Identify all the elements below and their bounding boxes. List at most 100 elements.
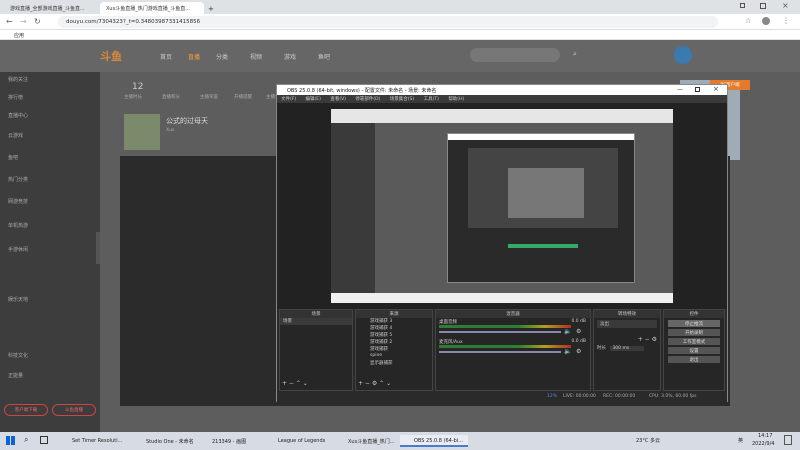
sidebar-item-center[interactable]: 直播中心 bbox=[8, 112, 28, 119]
obs-menu-view[interactable]: 查看(V) bbox=[330, 97, 346, 102]
mixer-channel-desktop: 桌面音频 0.0 dB 🔈 ⚙ bbox=[436, 318, 590, 338]
clock-time[interactable]: 14:17 bbox=[758, 433, 772, 439]
scene-add-icon[interactable]: + − ⌃ ⌄ bbox=[282, 380, 308, 387]
windows-taskbar: ⌕ Set Timer Resoluti... Studio One - 未命名… bbox=[0, 432, 800, 450]
forward-icon[interactable]: → bbox=[20, 17, 27, 26]
ime-indicator[interactable]: 英 bbox=[738, 437, 743, 444]
taskbar-item-browser[interactable]: Xus斗鱼直播_热门... bbox=[334, 435, 398, 447]
weather-text[interactable]: 23°C 多云 bbox=[636, 437, 660, 444]
transition-add-icon[interactable]: + − ⚙ bbox=[597, 336, 657, 343]
search-icon[interactable]: ⌕ bbox=[24, 435, 28, 445]
sidebar-item-positive[interactable]: 正能量 bbox=[8, 372, 23, 379]
taskbar-item-paint[interactable]: 213349 - 画图 bbox=[198, 435, 262, 447]
sidebar-item-single[interactable]: 单机热游 bbox=[8, 222, 28, 229]
user-avatar[interactable] bbox=[674, 46, 692, 64]
browser-tab-2[interactable]: Xus斗鱼直播_热门游戏直播_斗鱼直... bbox=[100, 2, 204, 14]
obs-menu-edit[interactable]: 编辑(E) bbox=[306, 97, 321, 102]
source-item[interactable]: 游戏捕获 5 bbox=[356, 332, 432, 339]
sidebar-item-cloud[interactable]: 云游戏 bbox=[8, 132, 23, 139]
search-icon[interactable]: ⌕ bbox=[573, 50, 577, 59]
nav-home[interactable]: 首页 bbox=[160, 52, 172, 61]
sidebar-item-mobile[interactable]: 手游休闲 bbox=[8, 246, 28, 253]
obs-menu-tools[interactable]: 工具(T) bbox=[424, 97, 439, 102]
nav-games[interactable]: 游戏 bbox=[284, 52, 296, 61]
exit-button[interactable]: 退出 bbox=[668, 356, 720, 363]
profile-avatar-icon[interactable] bbox=[762, 17, 770, 25]
window-minimize-icon[interactable] bbox=[740, 3, 745, 8]
tab-label: 游戏直播_全部游戏直播_斗鱼直... bbox=[10, 6, 85, 12]
speaker-icon[interactable]: 🔈 bbox=[564, 328, 571, 335]
sidebar-item-ent[interactable]: 娱乐天地 bbox=[8, 296, 28, 303]
start-recording-button[interactable]: 开始录制 bbox=[668, 329, 720, 336]
bookmark-apps[interactable]: 应用 bbox=[14, 33, 24, 39]
taskbar-item-lol[interactable]: League of Legends bbox=[264, 435, 332, 447]
window-maximize-icon[interactable] bbox=[760, 3, 766, 9]
stop-streaming-button[interactable]: 停止推流 bbox=[668, 320, 720, 327]
obs-window: OBS 25.0.8 (64-bit, windows) - 配置文件: 未命名… bbox=[276, 84, 728, 403]
speaker-icon[interactable]: 🔈 bbox=[564, 348, 571, 355]
douyu-live-button[interactable]: 斗鱼直播 bbox=[52, 404, 96, 416]
scenes-dock: 场景 场景 + − ⌃ ⌄ bbox=[279, 309, 353, 391]
clock-date[interactable]: 2022/9/4 bbox=[752, 441, 774, 447]
taskbar-item-obs[interactable]: OBS 25.0.8 (64-bi... bbox=[400, 435, 468, 447]
volume-slider[interactable] bbox=[439, 331, 561, 333]
obs-menu-scenes[interactable]: 场景集合(S) bbox=[390, 97, 414, 102]
settings-button[interactable]: 设置 bbox=[668, 347, 720, 354]
back-icon[interactable]: ← bbox=[6, 17, 13, 26]
nav-live[interactable]: 直播 bbox=[188, 52, 200, 61]
source-item[interactable]: 游戏捕获 4 bbox=[356, 325, 432, 332]
volume-slider[interactable] bbox=[439, 351, 561, 353]
douyu-logo[interactable]: 斗鱼 bbox=[100, 48, 122, 64]
obs-close-icon[interactable]: × bbox=[713, 85, 719, 93]
transition-select[interactable]: 淡出 bbox=[597, 320, 657, 328]
obs-menu-docks[interactable]: 停靠部件(D) bbox=[355, 97, 380, 102]
task-view-icon[interactable] bbox=[40, 436, 48, 444]
taskbar-item-studio-one[interactable]: Studio One - 未命名 bbox=[132, 435, 196, 447]
gear-icon[interactable]: ⚙ bbox=[576, 348, 581, 355]
sidebar-item-follow[interactable]: 我的关注 bbox=[8, 76, 28, 83]
nav-category[interactable]: 分类 bbox=[216, 52, 228, 61]
source-item[interactable]: spine bbox=[356, 353, 432, 360]
obs-menu-file[interactable]: 文件(F) bbox=[281, 97, 296, 102]
browser-menu-icon[interactable]: ⋮ bbox=[782, 16, 790, 25]
new-tab-button[interactable]: + bbox=[206, 2, 218, 14]
duration-input[interactable]: 300 ms bbox=[610, 346, 645, 351]
scene-item[interactable]: 场景 bbox=[280, 318, 352, 325]
taskbar-item-timer[interactable]: Set Timer Resoluti... bbox=[58, 435, 130, 447]
preview-obs-canvas bbox=[468, 148, 618, 228]
nav-video[interactable]: 视频 bbox=[250, 52, 262, 61]
sidebar-item-fishbar[interactable]: 鱼吧 bbox=[8, 154, 18, 161]
rec-time: REC: 00:00:00 bbox=[603, 394, 636, 399]
sidebar-item-tech[interactable]: 科技文化 bbox=[8, 352, 28, 359]
client-download-button[interactable]: 客户端下载 bbox=[4, 404, 48, 416]
obs-preview[interactable] bbox=[277, 103, 727, 309]
source-item[interactable]: 游戏捕获 3 bbox=[356, 318, 432, 325]
obs-menu-help[interactable]: 帮助(H) bbox=[448, 97, 464, 102]
controls-dock: 控件 停止推流 开始录制 工作室模式 设置 退出 bbox=[663, 309, 725, 391]
window-close-icon[interactable]: × bbox=[782, 1, 789, 10]
obs-menubar: 文件(F) 编辑(E) 查看(V) 停靠部件(D) 场景集合(S) 工具(T) … bbox=[277, 95, 727, 103]
obs-maximize-icon[interactable] bbox=[695, 87, 700, 92]
preview-obs bbox=[447, 133, 635, 283]
gear-icon[interactable]: ⚙ bbox=[576, 328, 581, 335]
source-item[interactable]: 显示器捕获 bbox=[356, 360, 432, 367]
streamer-avatar[interactable] bbox=[124, 114, 160, 150]
douyu-search-input[interactable] bbox=[470, 48, 560, 62]
stat-label-2: 直播积分 bbox=[162, 95, 180, 100]
url-input[interactable]: douyu.com/7304323?_t=0.34803987331415856 bbox=[58, 16, 718, 28]
obs-minimize-icon[interactable]: — bbox=[677, 86, 683, 93]
source-item[interactable]: 游戏捕获 bbox=[356, 346, 432, 353]
source-item[interactable]: 游戏捕获 2 bbox=[356, 339, 432, 346]
sidebar-item-online[interactable]: 网游竞技 bbox=[8, 198, 28, 205]
reload-icon[interactable]: ↻ bbox=[34, 17, 41, 26]
sidebar-item-rank[interactable]: 排行榜 bbox=[8, 94, 23, 101]
browser-tab-1[interactable]: 游戏直播_全部游戏直播_斗鱼直... bbox=[4, 2, 100, 14]
sidebar-item-hot[interactable]: 热门分类 bbox=[8, 176, 28, 183]
notification-icon[interactable] bbox=[784, 435, 792, 445]
studio-mode-button[interactable]: 工作室模式 bbox=[668, 338, 720, 345]
source-add-icon[interactable]: + − ⚙ ⌃ ⌄ bbox=[358, 380, 391, 387]
bookmark-star-icon[interactable]: ☆ bbox=[745, 17, 751, 25]
nav-fishbar[interactable]: 鱼吧 bbox=[318, 52, 330, 61]
windows-start-icon[interactable] bbox=[6, 436, 15, 445]
stat-label-3: 主播荣誉 bbox=[200, 95, 218, 100]
